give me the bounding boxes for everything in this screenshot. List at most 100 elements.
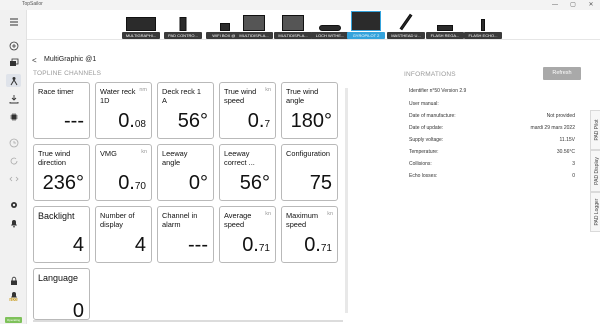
maximize-button[interactable]: ▢ — [564, 0, 582, 10]
tile-true-wind-angle[interactable]: True wind angle 180° — [281, 82, 338, 139]
tile-label: Deck reck 1 A — [162, 87, 202, 105]
tile-unit: kn — [141, 149, 147, 155]
tile-label: Configuration — [286, 149, 330, 158]
loch-device-icon — [319, 25, 341, 31]
clock-icon[interactable] — [6, 136, 21, 149]
gyropilot-device-icon — [351, 11, 381, 31]
tile-label: True wind speed — [224, 87, 257, 105]
tile-value: 0.71 — [242, 234, 270, 256]
tile-label: Channel in alarm — [162, 211, 198, 229]
tile-true-wind-direction[interactable]: True wind direction 236° — [33, 144, 90, 201]
tile-water-reck[interactable]: Water reck 1D nm 0.08 — [95, 82, 152, 139]
tile-label: Number of display — [100, 211, 135, 229]
app-title: TopSailor — [22, 1, 43, 7]
device-label: MASTHEAD U... — [387, 32, 425, 39]
flash-device-icon — [437, 25, 453, 31]
device-flash-echo[interactable]: FLASH ECHO... — [464, 13, 502, 39]
sidebar: nke Operating — [0, 10, 27, 324]
status-badge: Operating — [5, 317, 22, 323]
layers-icon[interactable] — [6, 56, 21, 69]
tile-configuration[interactable]: Configuration 75 — [281, 144, 338, 201]
tile-number-of-display[interactable]: Number of display 4 — [95, 206, 152, 263]
wifi-box-device-icon — [220, 23, 230, 31]
lock-icon[interactable] — [6, 274, 21, 287]
gear-icon[interactable] — [6, 198, 21, 211]
tile-value: 0° — [188, 172, 208, 194]
chip-icon[interactable] — [6, 110, 21, 123]
add-icon[interactable] — [6, 39, 21, 52]
sync-icon[interactable] — [6, 154, 21, 167]
title-bar: TopSailor — ▢ ✕ — [0, 0, 600, 10]
refresh-button[interactable]: Refresh — [543, 67, 581, 80]
tile-label: VMG — [100, 149, 117, 158]
tile-value: 4 — [134, 234, 146, 256]
device-label: FLASH ECHO... — [464, 32, 502, 39]
tile-value: 0.70 — [118, 172, 146, 194]
horizontal-scrollbar[interactable] — [33, 320, 343, 322]
tile-value: 180° — [290, 110, 332, 132]
tile-value: 56° — [239, 172, 270, 194]
tile-language[interactable]: Language 0 — [33, 268, 90, 321]
tile-value: 0.71 — [304, 234, 332, 256]
device-label: MULTIGRAPHI... — [122, 32, 160, 39]
pad-device-icon — [179, 17, 187, 31]
brand-logo: nke — [9, 297, 18, 303]
tile-label: Water reck 1D — [100, 87, 136, 105]
multidisplay-device-icon — [282, 15, 304, 31]
tile-label: Race timer — [38, 87, 74, 96]
tile-label: Backlight — [38, 211, 75, 221]
tile-vmg[interactable]: VMG kn 0.70 — [95, 144, 152, 201]
device-loch[interactable]: LOCH WITHE... — [311, 13, 349, 39]
tile-deck-reck[interactable]: Deck reck 1 A 56° — [157, 82, 214, 139]
tile-maximum-speed[interactable]: Maximum speed kn 0.71 — [281, 206, 338, 263]
multidisplay-device-icon — [243, 15, 265, 31]
tile-value: --- — [64, 110, 84, 132]
tile-average-speed[interactable]: Average speed kn 0.71 — [219, 206, 276, 263]
device-multigraphic[interactable]: MULTIGRAPHI... — [122, 13, 160, 39]
device-label: LOCH WITHE... — [311, 32, 349, 39]
device-label: PAD CONTRO... — [164, 32, 202, 39]
tile-unit: nm — [139, 87, 147, 93]
echo-device-icon — [481, 19, 485, 31]
download-icon[interactable] — [6, 92, 21, 105]
device-label: MULTIDISPLA... — [235, 32, 273, 39]
tile-label: Leeway angle — [162, 149, 188, 167]
back-button[interactable]: < — [32, 56, 37, 65]
tile-race-timer[interactable]: Race timer --- — [33, 82, 90, 139]
tile-value: 4 — [72, 234, 84, 256]
menu-icon[interactable] — [6, 15, 21, 28]
user-icon[interactable] — [6, 74, 21, 87]
code-icon[interactable] — [6, 172, 21, 185]
vertical-scrollbar[interactable] — [345, 88, 348, 313]
tile-unit: kn — [265, 87, 271, 93]
device-gyropilot[interactable]: GYROPILOT 2 — [347, 11, 385, 39]
tile-label: Language — [38, 273, 79, 283]
close-button[interactable]: ✕ — [582, 0, 600, 10]
device-flash-regatta[interactable]: FLASH REGA... — [426, 13, 464, 39]
multigraphic-device-icon — [126, 17, 156, 31]
device-multidisplay-1[interactable]: MULTIDISPLA... — [235, 13, 273, 39]
tile-backlight[interactable]: Backlight 4 — [33, 206, 90, 263]
minimize-button[interactable]: — — [546, 0, 564, 10]
tile-label: True wind direction — [38, 149, 71, 167]
bell-icon[interactable] — [6, 216, 21, 229]
topline-section-title: TOPLINE CHANNELS — [33, 70, 102, 77]
device-bar: MULTIGRAPHI... PAD CONTRO... WIFI BOX @3… — [27, 10, 600, 40]
tile-label: Leeway correct ... — [224, 149, 255, 167]
tab-pad-logger[interactable]: PAD Logger — [590, 192, 600, 232]
page-title: MultiGraphic @1 — [44, 56, 97, 63]
tile-true-wind-speed[interactable]: True wind speed kn 0.7 — [219, 82, 276, 139]
device-multidisplay-2[interactable]: MULTIDISPLA... — [274, 13, 312, 39]
device-pad-control[interactable]: PAD CONTRO... — [164, 13, 202, 39]
device-label: GYROPILOT 2 — [347, 32, 385, 39]
tile-leeway-correct[interactable]: Leeway correct ... 56° — [219, 144, 276, 201]
device-label: FLASH REGA... — [426, 32, 464, 39]
tile-leeway-angle[interactable]: Leeway angle 0° — [157, 144, 214, 201]
tile-channel-in-alarm[interactable]: Channel in alarm --- — [157, 206, 214, 263]
tile-value: 236° — [42, 172, 84, 194]
masthead-device-icon — [399, 13, 413, 31]
tile-unit: kn — [327, 211, 333, 217]
tile-value: --- — [188, 234, 208, 256]
device-masthead[interactable]: MASTHEAD U... — [387, 13, 425, 39]
tile-value: 0.08 — [118, 110, 146, 132]
